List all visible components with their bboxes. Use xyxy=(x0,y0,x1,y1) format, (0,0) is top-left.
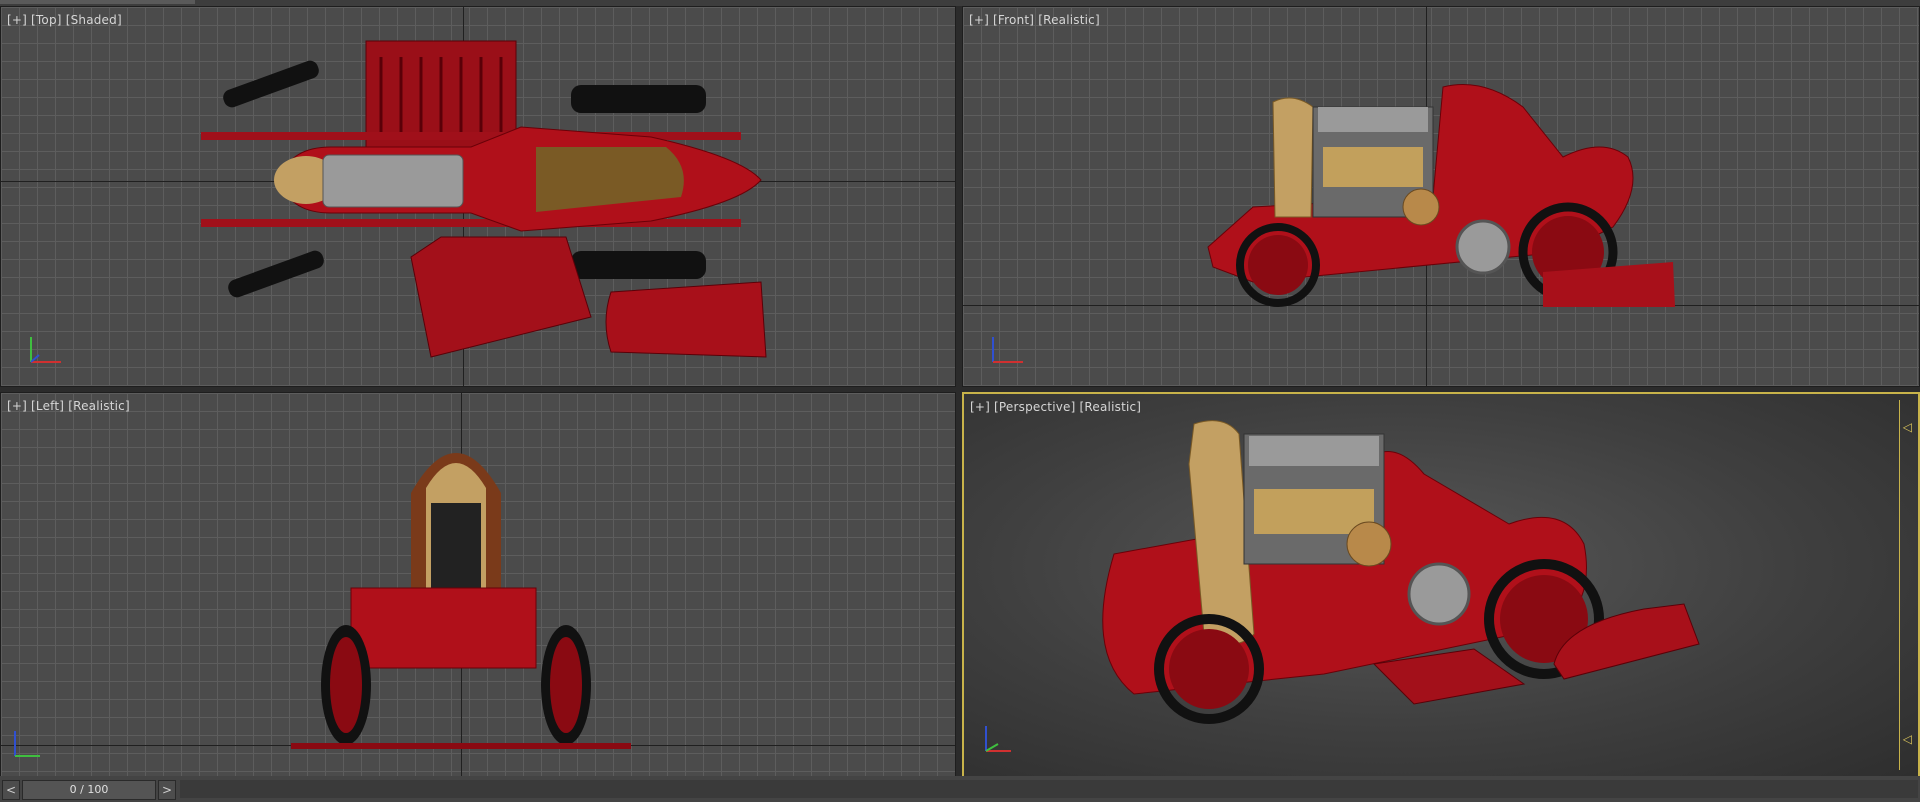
scroll-up-marker-icon[interactable]: ◁ xyxy=(1903,420,1912,434)
axis-gizmo xyxy=(985,726,1011,752)
viewport-perspective[interactable]: [+] [Perspective] [Realistic] ◁ ◁ xyxy=(962,392,1920,778)
axis-gizmo xyxy=(992,337,1023,363)
viewport-top[interactable]: [+] [Top] [Shaded] xyxy=(0,6,956,387)
car-top-view xyxy=(201,40,767,358)
car-left-view xyxy=(291,453,631,749)
top-strip-tab[interactable] xyxy=(0,0,195,4)
scroll-down-marker-icon[interactable]: ◁ xyxy=(1903,732,1912,746)
axis-gizmo xyxy=(30,337,61,363)
car-perspective-view xyxy=(1102,420,1700,724)
car-front-view xyxy=(1207,84,1675,307)
viewport-front[interactable]: [+] [Front] [Realistic] xyxy=(962,6,1920,387)
axis-gizmo xyxy=(14,731,40,757)
time-slider[interactable]: 0 / 100 xyxy=(22,780,156,800)
next-frame-button[interactable]: > xyxy=(158,780,176,800)
previous-frame-button[interactable]: < xyxy=(2,780,20,800)
timeline-track[interactable] xyxy=(180,780,1918,798)
viewport-left[interactable]: [+] [Left] [Realistic] xyxy=(0,392,956,778)
